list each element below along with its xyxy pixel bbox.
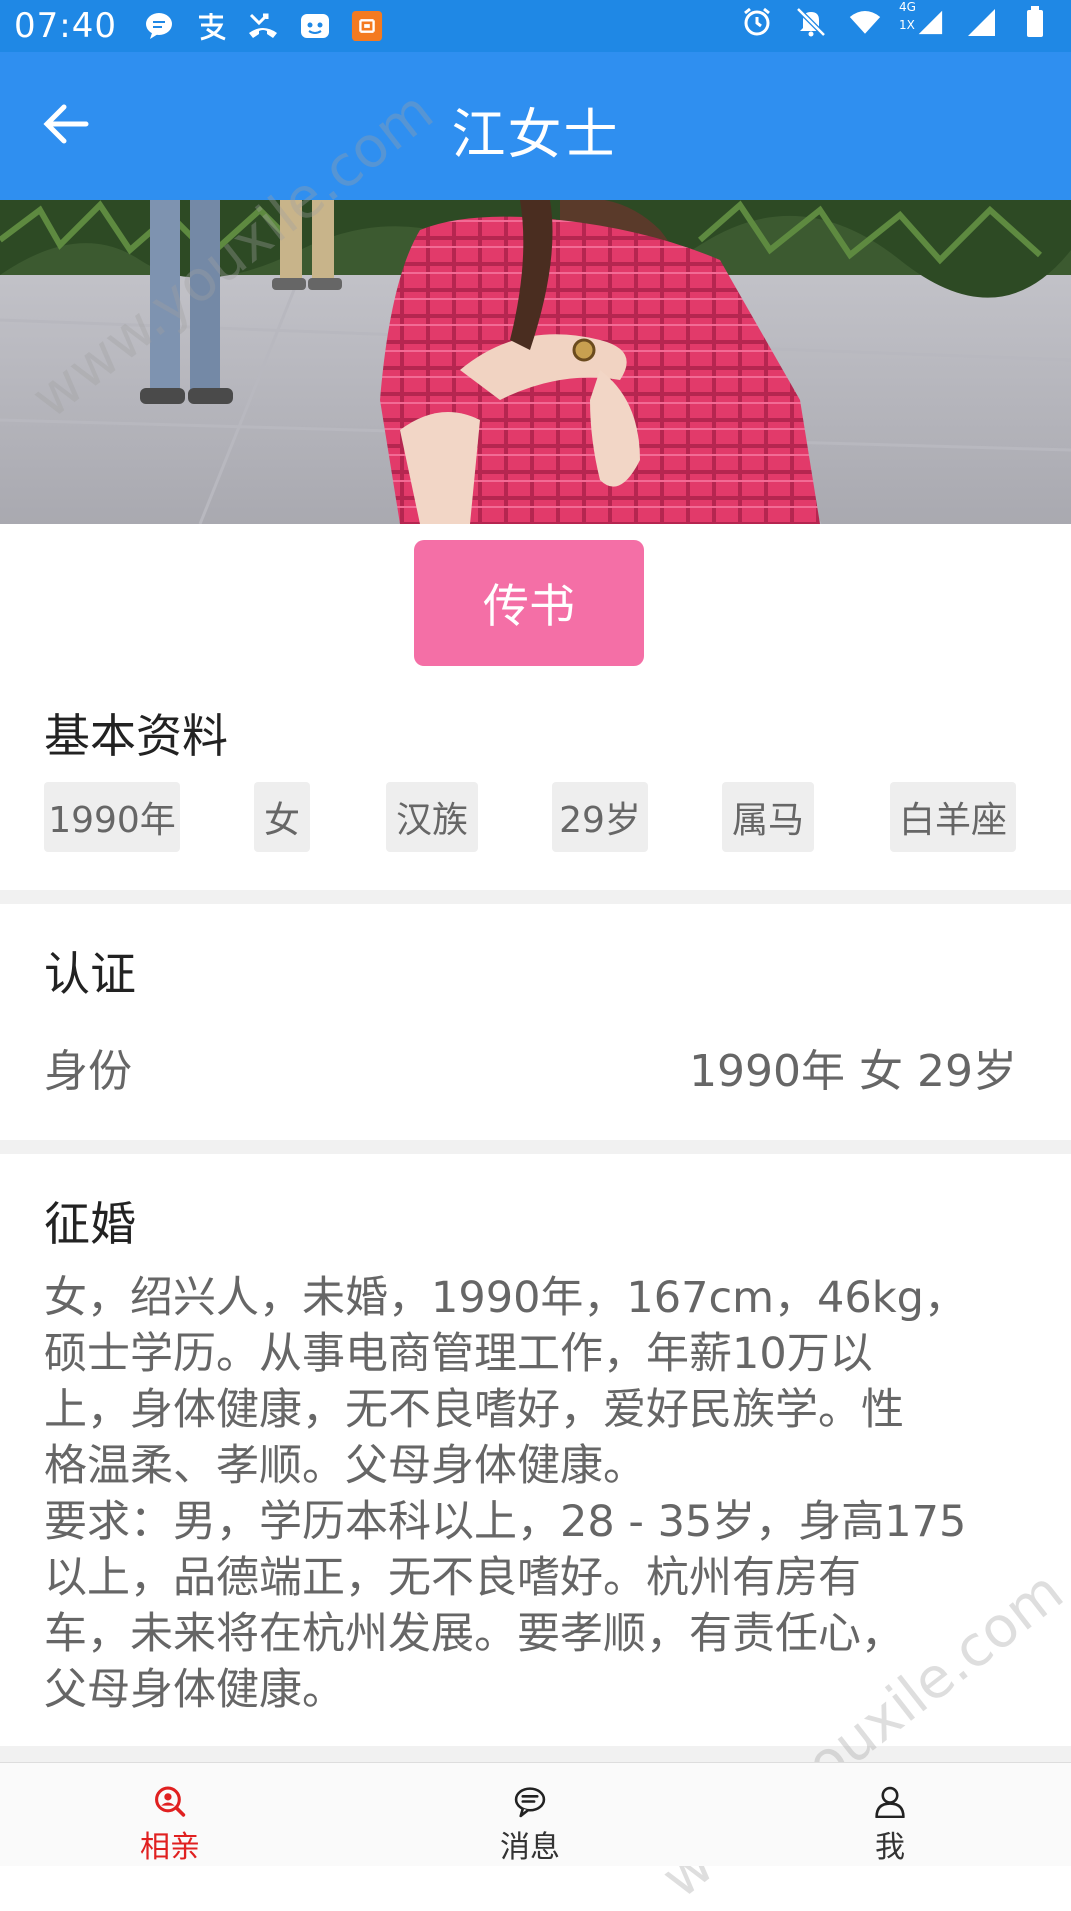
alipay-icon [195,10,227,42]
status-time: 07:40 [14,6,117,46]
marriage-title: 征婚 [44,1197,136,1251]
profile-photo[interactable] [0,200,1071,524]
chat-bubble-icon [514,1787,546,1818]
send-letter-button[interactable]: 传书 [414,540,644,666]
marriage-description: 女，绍兴人，未婚，1990年，167cm，46kg， 硕士学历。从事电商管理工作… [44,1273,967,1715]
notification-icons [143,10,383,42]
identity-label: 身份 [44,1046,132,1097]
signal-icon [965,6,997,38]
person-icon [875,1786,905,1818]
system-icons: 4G 1X [741,0,1051,38]
divider [0,1746,1071,1762]
search-person-icon [155,1786,186,1817]
app-icon [299,10,331,42]
network-label-1x: 1X [899,18,915,32]
tag-constellation: 白羊座 [890,782,1016,852]
message-icon [143,10,175,42]
bottom-tab-bar: 相亲 消息 我 [0,1762,1071,1866]
app-bar: 江女士 [0,52,1071,200]
page-title: 江女士 [451,103,620,166]
tag-zodiac: 属马 [722,782,814,852]
tag-age: 29岁 [552,782,648,852]
tab-matchmaking[interactable]: 相亲 [70,1763,270,1866]
tab-label: 相亲 [140,1830,200,1865]
signal-4g-icon: 4G 1X [899,0,943,38]
network-label-4g: 4G [899,0,916,14]
verification-title: 认证 [44,947,136,1001]
missed-call-icon [247,10,279,42]
tag-birth-year: 1990年 [44,782,180,852]
status-bar: 07:40 4G 1X [0,0,1071,52]
tab-label: 我 [875,1830,905,1865]
tab-me[interactable]: 我 [790,1763,990,1866]
tag-gender: 女 [254,782,310,852]
identity-value: 1990年 女 29岁 [689,1046,1017,1097]
tab-label: 消息 [500,1830,560,1865]
divider [0,890,1071,904]
browser-icon [351,10,383,42]
wifi-icon [849,6,881,38]
mute-icon [795,6,827,38]
battery-icon [1019,6,1051,38]
alarm-icon [741,6,773,38]
divider [0,1140,1071,1154]
tag-ethnicity: 汉族 [386,782,478,852]
basic-info-title: 基本资料 [44,709,228,763]
tab-messages[interactable]: 消息 [430,1763,630,1866]
